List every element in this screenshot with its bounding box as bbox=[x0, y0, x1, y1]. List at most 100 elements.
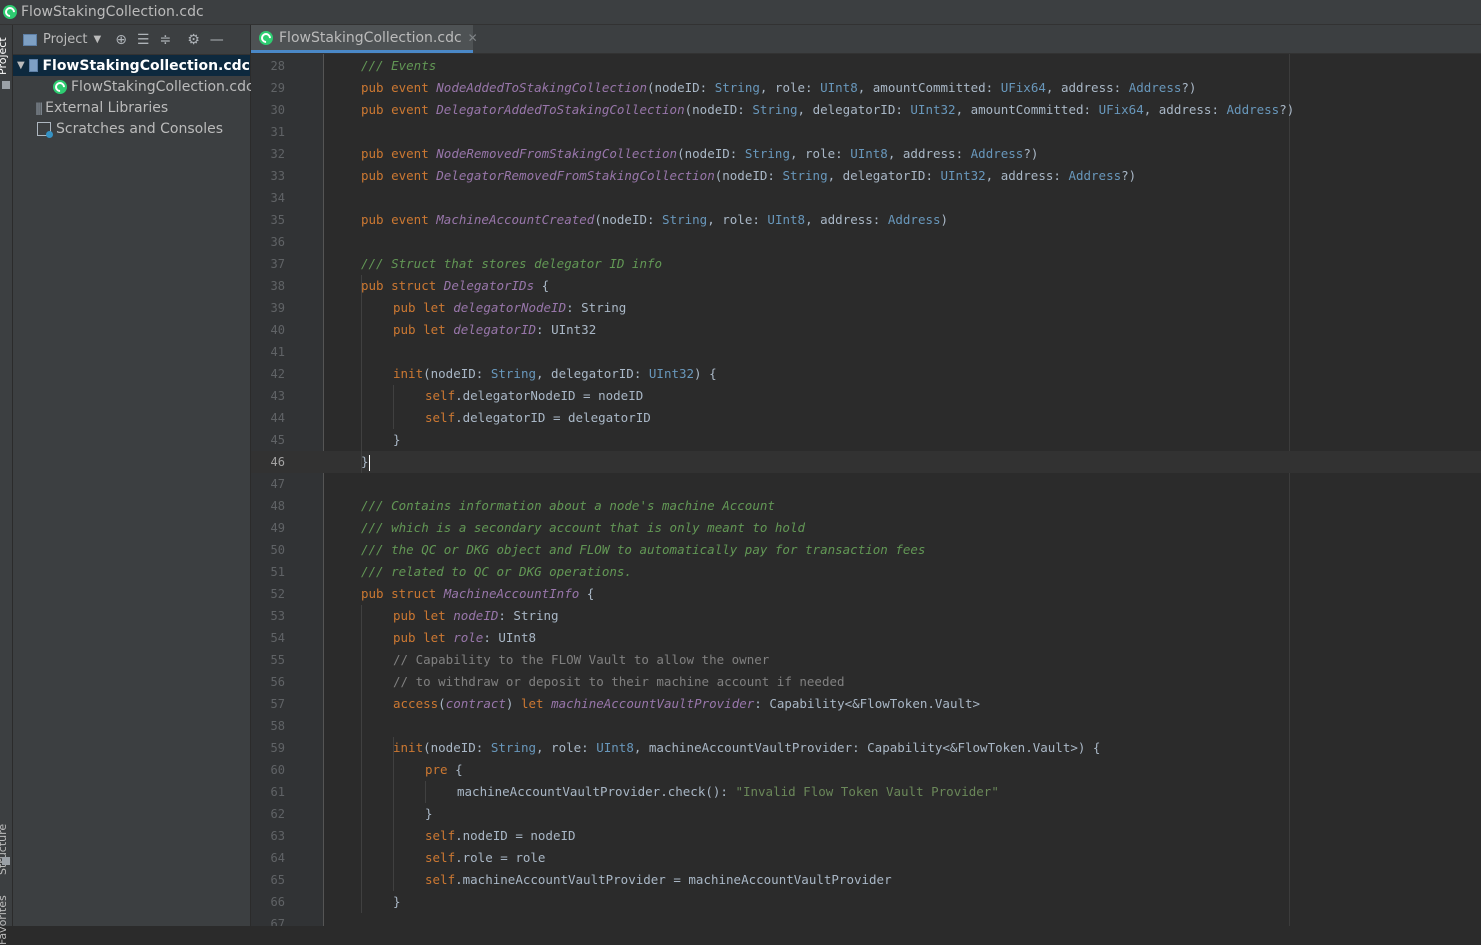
code-line[interactable]: 42 init(nodeID: String, delegatorID: UInt… bbox=[251, 363, 1481, 385]
project-tool-window-tab[interactable]: Project bbox=[0, 37, 9, 75]
code-line[interactable]: 48 /// Contains information about a node'… bbox=[251, 495, 1481, 517]
code-line[interactable]: 52 pub struct MachineAccountInfo { bbox=[251, 583, 1481, 605]
code-line[interactable]: 39 pub let delegatorNodeID: String bbox=[251, 297, 1481, 319]
code-token: (nodeID: bbox=[714, 168, 783, 183]
code-line[interactable]: 29 pub event NodeAddedToStakingCollection… bbox=[251, 77, 1481, 99]
code-line[interactable]: 32 pub event NodeRemovedFromStakingCollec… bbox=[251, 143, 1481, 165]
gear-icon[interactable]: ⚙ bbox=[187, 32, 200, 48]
collapse-all-icon[interactable]: ≑ bbox=[159, 32, 171, 48]
flow-file-icon bbox=[53, 79, 67, 94]
close-icon[interactable]: ✕ bbox=[468, 31, 478, 45]
code-token: , machineAccountVaultProvider: Capabilit… bbox=[633, 740, 1101, 755]
code-line[interactable]: 40 pub let delegatorID: UInt32 bbox=[251, 319, 1481, 341]
code-token: (nodeID: bbox=[684, 102, 753, 117]
code-token: Address bbox=[887, 212, 941, 227]
code-token: Address bbox=[1226, 102, 1280, 117]
flow-file-icon bbox=[259, 30, 273, 45]
project-view-selector[interactable]: Project bbox=[43, 32, 87, 47]
code-token: nodeID bbox=[453, 608, 499, 623]
chevron-down-icon[interactable]: ▼ bbox=[93, 34, 101, 45]
editor-tab-bar: FlowStakingCollection.cdc ✕ bbox=[251, 25, 1481, 54]
code-line[interactable]: 54 pub let role: UInt8 bbox=[251, 627, 1481, 649]
indent-guide bbox=[393, 737, 394, 891]
code-token: /// related to QC or DKG operations. bbox=[361, 564, 632, 579]
code-line[interactable]: 49 /// which is a secondary account that … bbox=[251, 517, 1481, 539]
code-token: self bbox=[425, 850, 456, 865]
code-line[interactable]: 47 bbox=[251, 473, 1481, 495]
indent-guide bbox=[361, 275, 362, 473]
line-number: 38 bbox=[270, 279, 285, 293]
code-line[interactable]: 62} bbox=[251, 803, 1481, 825]
code-line[interactable]: 43 self.delegatorNodeID = nodeID bbox=[251, 385, 1481, 407]
line-number: 67 bbox=[270, 917, 285, 926]
code-line[interactable]: 59 init(nodeID: String, role: UInt8, mach… bbox=[251, 737, 1481, 759]
code-text: pub let delegatorNodeID: String bbox=[393, 297, 626, 319]
locate-target-icon[interactable]: ⊕ bbox=[115, 32, 127, 48]
code-line[interactable]: 67 bbox=[251, 913, 1481, 926]
tree-item-scratches[interactable]: Scratches and Consoles bbox=[13, 118, 250, 139]
title-bar: FlowStakingCollection.cdc bbox=[0, 0, 1481, 25]
tree-item-file[interactable]: FlowStakingCollection.cdc bbox=[13, 76, 254, 97]
code-text: pub event NodeRemovedFromStakingCollecti… bbox=[361, 143, 1038, 165]
code-line[interactable]: 51 /// related to QC or DKG operations. bbox=[251, 561, 1481, 583]
hide-panel-icon[interactable]: — bbox=[210, 32, 224, 48]
code-token: MachineAccountCreated bbox=[436, 212, 595, 227]
code-line[interactable]: 63 self.nodeID = nodeID bbox=[251, 825, 1481, 847]
code-line[interactable]: 36 bbox=[251, 231, 1481, 253]
favorites-tool-window-tab[interactable]: Favorites bbox=[0, 895, 9, 945]
code-line[interactable]: 64 self.role = role bbox=[251, 847, 1481, 869]
code-line[interactable]: 66} bbox=[251, 891, 1481, 913]
code-token: UInt8 bbox=[850, 146, 888, 161]
code-token: pub let bbox=[393, 322, 454, 337]
code-token: delegatorNodeID bbox=[453, 300, 567, 315]
code-line[interactable]: 58 bbox=[251, 715, 1481, 737]
code-text: pub struct DelegatorIDs { bbox=[361, 275, 549, 297]
code-text: self.role = role bbox=[425, 847, 545, 869]
code-line[interactable]: 28 /// Events bbox=[251, 55, 1481, 77]
code-line[interactable]: 33 pub event DelegatorRemovedFromStakingC… bbox=[251, 165, 1481, 187]
line-number: 28 bbox=[270, 59, 285, 73]
code-token: String bbox=[752, 102, 798, 117]
code-text: self.nodeID = nodeID bbox=[425, 825, 576, 847]
code-token: init bbox=[393, 740, 424, 755]
code-line[interactable]: 65 self.machineAccountVaultProvider = mac… bbox=[251, 869, 1481, 891]
chevron-down-icon[interactable]: ▼ bbox=[17, 60, 25, 71]
code-text: pub let role: UInt8 bbox=[393, 627, 536, 649]
code-line[interactable]: 31 bbox=[251, 121, 1481, 143]
code-editor[interactable]: 28 /// Events 29 pub event NodeAddedToStaki… bbox=[251, 54, 1481, 926]
code-text: /// which is a secondary account that is… bbox=[361, 517, 805, 539]
code-line[interactable]: 34 bbox=[251, 187, 1481, 209]
code-line[interactable]: 53 pub let nodeID: String bbox=[251, 605, 1481, 627]
code-line[interactable]: 30 pub event DelegatorAddedToStakingColle… bbox=[251, 99, 1481, 121]
code-line[interactable]: 35 pub event MachineAccountCreated(nodeID… bbox=[251, 209, 1481, 231]
code-line[interactable]: 46} bbox=[251, 451, 1481, 473]
code-line[interactable]: 56 // to withdraw or deposit to their mac… bbox=[251, 671, 1481, 693]
line-number: 65 bbox=[270, 873, 285, 887]
code-token: , address: bbox=[985, 168, 1069, 183]
code-token: NodeAddedToStakingCollection bbox=[436, 80, 647, 95]
code-line[interactable]: 45} bbox=[251, 429, 1481, 451]
tree-item-project-root[interactable]: ▼ FlowStakingCollection.cdc bbox=[13, 55, 250, 76]
code-line[interactable]: 44 self.delegatorID = delegatorID bbox=[251, 407, 1481, 429]
code-line[interactable]: 61 machineAccountVaultProvider.check(): "… bbox=[251, 781, 1481, 803]
code-token: String bbox=[662, 212, 708, 227]
line-number: 47 bbox=[270, 477, 285, 491]
tab-flowstakingcollection[interactable]: FlowStakingCollection.cdc ✕ bbox=[251, 25, 478, 53]
tree-item-external-libraries[interactable]: ||| External Libraries bbox=[13, 97, 250, 118]
code-text: // Capability to the FLOW Vault to allow… bbox=[393, 649, 769, 671]
structure-tool-window-tab[interactable]: Structure bbox=[0, 824, 9, 875]
code-line[interactable]: 60 pre { bbox=[251, 759, 1481, 781]
code-text: pub event DelegatorAddedToStakingCollect… bbox=[361, 99, 1294, 121]
code-line[interactable]: 50 /// the QC or DKG object and FLOW to a… bbox=[251, 539, 1481, 561]
code-token: } bbox=[425, 806, 433, 821]
code-line[interactable]: 41 bbox=[251, 341, 1481, 363]
code-token: : String bbox=[566, 300, 627, 315]
code-line[interactable]: 38 pub struct DelegatorIDs { bbox=[251, 275, 1481, 297]
code-line[interactable]: 57 access(contract) let machineAccountVau… bbox=[251, 693, 1481, 715]
expand-all-icon[interactable]: ☰ bbox=[137, 32, 150, 48]
code-text: pre { bbox=[425, 759, 463, 781]
line-number: 32 bbox=[270, 147, 285, 161]
code-token: } bbox=[361, 454, 369, 469]
code-line[interactable]: 37 /// Struct that stores delegator ID in… bbox=[251, 253, 1481, 275]
code-line[interactable]: 55 // Capability to the FLOW Vault to all… bbox=[251, 649, 1481, 671]
